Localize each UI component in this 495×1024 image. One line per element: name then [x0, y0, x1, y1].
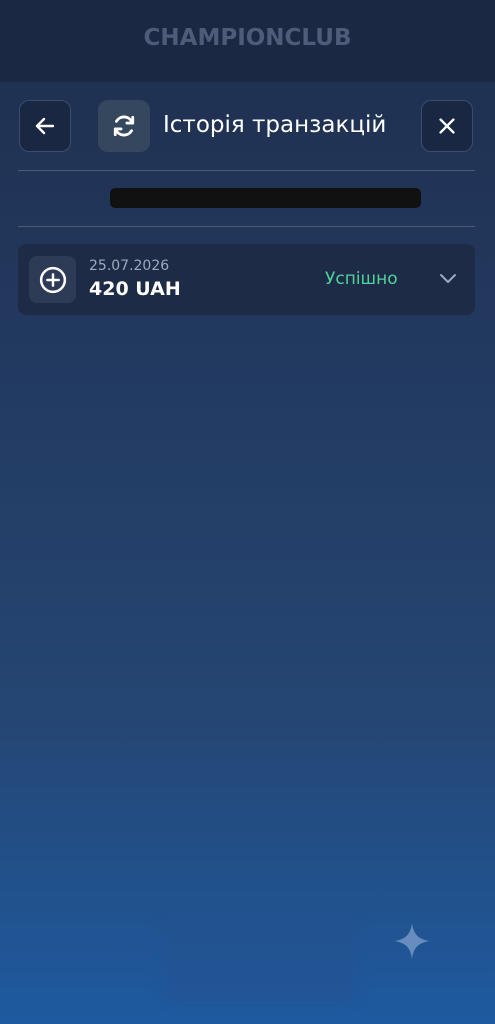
- header-divider: [18, 170, 475, 171]
- plus-circle-icon: [39, 266, 66, 293]
- app-topbar: ChampionClub: [0, 0, 495, 82]
- chevron-down-icon[interactable]: [438, 271, 458, 287]
- filter-divider: [18, 226, 475, 227]
- brand-logo[interactable]: ChampionClub: [144, 25, 352, 51]
- transaction-status: Успішно: [325, 269, 398, 289]
- transaction-type-badge: [29, 256, 76, 303]
- background-glow: [165, 912, 355, 1002]
- transaction-item[interactable]: 25.07.2026 420 UAH Успішно: [18, 244, 475, 315]
- back-button[interactable]: [19, 100, 71, 152]
- page-title: Історія транзакцій: [163, 112, 387, 138]
- redacted-field: [110, 188, 421, 208]
- close-icon: [439, 118, 455, 134]
- transaction-amount: 420 UAH: [89, 278, 181, 300]
- arrow-left-icon: [35, 117, 55, 135]
- refresh-icon: [113, 115, 135, 137]
- page-header: Історія транзакцій: [0, 100, 495, 154]
- sparkle-icon[interactable]: [393, 922, 431, 960]
- transaction-date: 25.07.2026: [89, 258, 170, 274]
- refresh-button[interactable]: [98, 100, 150, 152]
- close-button[interactable]: [421, 100, 473, 152]
